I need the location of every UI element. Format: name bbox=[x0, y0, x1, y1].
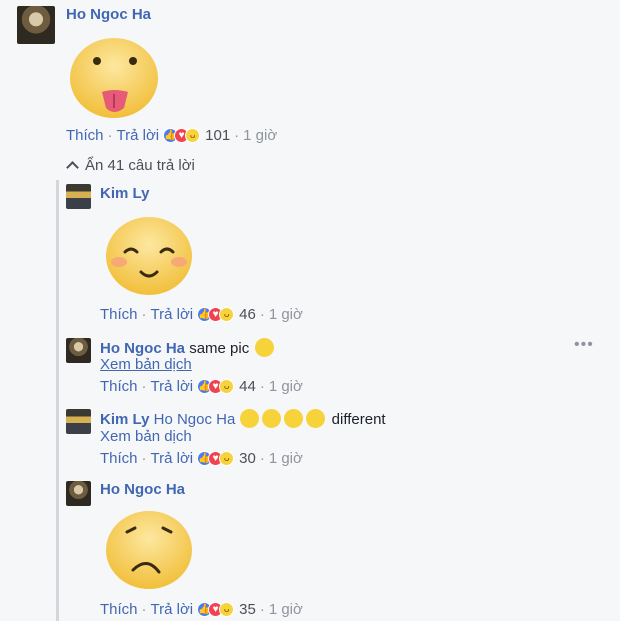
reaction-summary[interactable]: 👍 ♥ ᴗ bbox=[163, 128, 201, 143]
haha-reaction-icon: ᴗ bbox=[219, 307, 235, 322]
reaction-summary[interactable]: 👍 ♥ ᴗ bbox=[197, 451, 235, 466]
commenter-name[interactable]: Kim Ly bbox=[100, 185, 149, 202]
timestamp[interactable]: 1 giờ bbox=[269, 306, 303, 323]
reaction-count[interactable]: 30 bbox=[239, 450, 256, 467]
like-link[interactable]: Thích bbox=[100, 450, 138, 467]
like-link[interactable]: Thích bbox=[100, 378, 138, 395]
laughing-emoji-icon bbox=[239, 409, 259, 428]
avatar[interactable] bbox=[66, 409, 91, 434]
commenter-name[interactable]: Ho Ngoc Ha bbox=[66, 6, 151, 23]
thread-line bbox=[56, 180, 59, 621]
timestamp[interactable]: 1 giờ bbox=[269, 378, 303, 395]
reply-link[interactable]: Trả lời bbox=[151, 378, 194, 395]
timestamp[interactable]: 1 giờ bbox=[269, 601, 303, 618]
reply-link[interactable]: Trả lời bbox=[117, 127, 160, 144]
comment-actions: Thích · Trả lời 👍 ♥ ᴗ 101 · 1 giờ bbox=[66, 127, 278, 144]
like-link[interactable]: Thích bbox=[100, 306, 138, 323]
reaction-count[interactable]: 35 bbox=[239, 601, 256, 618]
smile-sticker bbox=[106, 217, 192, 295]
frown-sticker bbox=[106, 511, 192, 589]
grimace-emoji-icon bbox=[255, 338, 275, 357]
reaction-count[interactable]: 44 bbox=[239, 378, 256, 395]
haha-reaction-icon: ᴗ bbox=[219, 451, 235, 466]
timestamp[interactable]: 1 giờ bbox=[243, 127, 277, 144]
avatar[interactable] bbox=[66, 338, 91, 363]
reply-link[interactable]: Trả lời bbox=[151, 306, 194, 323]
comment-body: Ho Ngoc Ha same pic bbox=[100, 338, 277, 357]
like-link[interactable]: Thích bbox=[100, 601, 138, 618]
laughing-emoji-icon bbox=[283, 409, 303, 428]
comment-actions: Thích · Trả lời 👍 ♥ ᴗ 30 · 1 giờ bbox=[100, 450, 303, 467]
commenter-name[interactable]: Kim Ly bbox=[100, 411, 149, 428]
laughing-emoji-icon bbox=[305, 409, 325, 428]
reaction-summary[interactable]: 👍 ♥ ᴗ bbox=[197, 379, 235, 394]
mention-link[interactable]: Ho Ngoc Ha bbox=[154, 411, 236, 428]
comment-actions: Thích · Trả lời 👍 ♥ ᴗ 44 · 1 giờ bbox=[100, 378, 303, 395]
laughing-emoji-icon bbox=[261, 409, 281, 428]
commenter-name[interactable]: Ho Ngoc Ha bbox=[100, 340, 185, 357]
tongue-sticker bbox=[70, 38, 158, 118]
like-link[interactable]: Thích bbox=[66, 127, 104, 144]
avatar[interactable] bbox=[66, 184, 91, 209]
reply-link[interactable]: Trả lời bbox=[151, 450, 194, 467]
haha-reaction-icon: ᴗ bbox=[185, 128, 201, 143]
haha-reaction-icon: ᴗ bbox=[219, 602, 235, 617]
commenter-name[interactable]: Ho Ngoc Ha bbox=[100, 481, 185, 498]
timestamp[interactable]: 1 giờ bbox=[269, 450, 303, 467]
hide-replies-toggle[interactable]: Ẩn 41 câu trả lời bbox=[66, 157, 195, 174]
comment-actions: Thích · Trả lời 👍 ♥ ᴗ 46 · 1 giờ bbox=[100, 306, 303, 323]
comment-actions: Thích · Trả lời 👍 ♥ ᴗ 35 · 1 giờ bbox=[100, 601, 303, 618]
avatar[interactable] bbox=[17, 6, 55, 44]
reaction-summary[interactable]: 👍 ♥ ᴗ bbox=[197, 307, 235, 322]
see-translation-link[interactable]: Xem bản dịch bbox=[100, 356, 192, 373]
reaction-summary[interactable]: 👍 ♥ ᴗ bbox=[197, 602, 235, 617]
more-options-icon[interactable]: ••• bbox=[574, 336, 594, 354]
comment-body: Kim Ly Ho Ngoc Ha different bbox=[100, 409, 386, 428]
reply-link[interactable]: Trả lời bbox=[151, 601, 194, 618]
avatar[interactable] bbox=[66, 481, 91, 506]
haha-reaction-icon: ᴗ bbox=[219, 379, 235, 394]
reaction-count[interactable]: 46 bbox=[239, 306, 256, 323]
see-translation-link[interactable]: Xem bản dịch bbox=[100, 428, 192, 445]
chevron-up-icon bbox=[66, 161, 79, 174]
reaction-count[interactable]: 101 bbox=[205, 127, 230, 144]
